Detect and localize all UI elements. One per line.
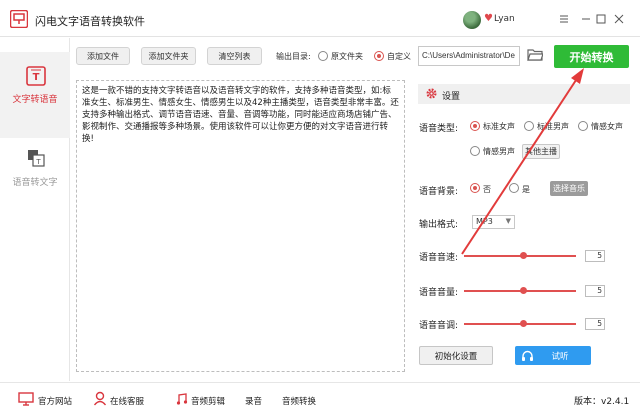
output-original-label: 原文件夹 bbox=[331, 52, 363, 61]
background-yes-radio[interactable] bbox=[509, 183, 519, 193]
output-custom-label: 自定义 bbox=[387, 52, 411, 61]
format-label: 输出格式: bbox=[419, 220, 459, 230]
background-yes-label: 是 bbox=[522, 185, 530, 194]
start-convert-button[interactable]: 开始转换 bbox=[554, 45, 629, 68]
choose-music-button[interactable]: 选择音乐 bbox=[550, 181, 588, 196]
reset-settings-button[interactable]: 初始化设置 bbox=[419, 346, 493, 365]
clear-list-button[interactable]: 清空列表 bbox=[207, 47, 262, 65]
audio-convert-link[interactable]: 音频转换 bbox=[282, 395, 316, 407]
website-monitor-icon bbox=[18, 392, 34, 406]
speech-to-text-icon: T bbox=[28, 150, 45, 167]
settings-title: 设置 bbox=[442, 92, 461, 102]
audio-clip-link[interactable]: 音频剪辑 bbox=[191, 395, 225, 407]
user-avatar[interactable] bbox=[463, 11, 481, 29]
sidebar-item-label: 文字转语音 bbox=[12, 95, 58, 105]
voice-emotion-female-label: 情感女声 bbox=[591, 122, 623, 131]
background-no-radio[interactable] bbox=[470, 183, 480, 193]
chevron-down-icon: ▼ bbox=[505, 217, 511, 225]
vip-heart-icon: ♥ bbox=[484, 13, 493, 24]
menu-icon[interactable] bbox=[555, 10, 573, 28]
add-file-button[interactable]: 添加文件 bbox=[76, 47, 130, 65]
background-label: 语音背景: bbox=[419, 187, 459, 197]
voice-standard-male-label: 标准男声 bbox=[537, 122, 569, 131]
listen-label: 试听 bbox=[551, 351, 569, 362]
output-original-radio[interactable] bbox=[318, 51, 328, 61]
folder-open-icon[interactable] bbox=[527, 48, 543, 62]
voice-standard-female-radio[interactable] bbox=[470, 121, 480, 131]
headphone-icon bbox=[522, 350, 533, 361]
sidebar-item-text-to-speech[interactable]: T 文字转语音 bbox=[0, 52, 70, 138]
svg-text:T: T bbox=[35, 158, 41, 166]
volume-slider-handle[interactable] bbox=[520, 287, 527, 294]
output-custom-radio[interactable] bbox=[374, 51, 384, 61]
voice-emotion-male-radio[interactable] bbox=[470, 146, 480, 156]
format-select[interactable]: MP3 ▼ bbox=[472, 215, 515, 229]
user-name[interactable]: Lyan bbox=[494, 14, 515, 24]
online-support-link[interactable]: 在线客服 bbox=[110, 395, 144, 407]
output-dir-label: 输出目录: bbox=[276, 52, 311, 61]
version-label: 版本：v2.4.1 bbox=[574, 397, 630, 407]
close-icon[interactable] bbox=[610, 10, 628, 28]
output-path-field[interactable]: C:\Users\Administrator\De bbox=[418, 46, 520, 66]
other-anchor-button[interactable]: 其他主播 bbox=[522, 144, 560, 159]
pitch-label: 语音音调: bbox=[419, 321, 459, 331]
pitch-value-field[interactable]: 5 bbox=[585, 318, 605, 330]
voice-standard-male-radio[interactable] bbox=[524, 121, 534, 131]
maximize-icon[interactable] bbox=[592, 10, 610, 28]
official-website-link[interactable]: 官方网站 bbox=[38, 395, 72, 407]
record-link[interactable]: 录音 bbox=[245, 395, 262, 407]
voice-emotion-female-radio[interactable] bbox=[578, 121, 588, 131]
sidebar-item-speech-to-text[interactable]: T 语音转文字 bbox=[0, 138, 70, 224]
volume-label: 语音音量: bbox=[419, 288, 459, 298]
app-logo-icon bbox=[10, 10, 28, 28]
background-no-label: 否 bbox=[483, 185, 491, 194]
sidebar-item-label: 语音转文字 bbox=[12, 178, 58, 188]
support-person-icon bbox=[93, 391, 107, 406]
sidebar: T 文字转语音 T 语音转文字 bbox=[0, 38, 70, 381]
speed-value-field[interactable]: 5 bbox=[585, 250, 605, 262]
volume-value-field[interactable]: 5 bbox=[585, 285, 605, 297]
voice-standard-female-label: 标准女声 bbox=[483, 122, 515, 131]
svg-text:T: T bbox=[33, 72, 40, 83]
voice-emotion-male-label: 情感男声 bbox=[483, 147, 515, 156]
text-input-area[interactable]: 这是一款不错的支持文字转语音以及语音转文字的软件，支持多种语音类型，如:标准女生… bbox=[76, 80, 405, 372]
voice-type-label: 语音类型: bbox=[419, 124, 459, 134]
text-to-speech-icon: T bbox=[26, 66, 46, 86]
format-value: MP3 bbox=[476, 217, 493, 226]
speed-slider-handle[interactable] bbox=[520, 252, 527, 259]
app-title: 闪电文字语音转换软件 bbox=[35, 15, 145, 28]
add-folder-button[interactable]: 添加文件夹 bbox=[141, 47, 196, 65]
speed-label: 语音音速: bbox=[419, 253, 459, 263]
audio-clip-icon bbox=[176, 393, 188, 405]
pitch-slider-handle[interactable] bbox=[520, 320, 527, 327]
gear-icon bbox=[426, 88, 437, 99]
